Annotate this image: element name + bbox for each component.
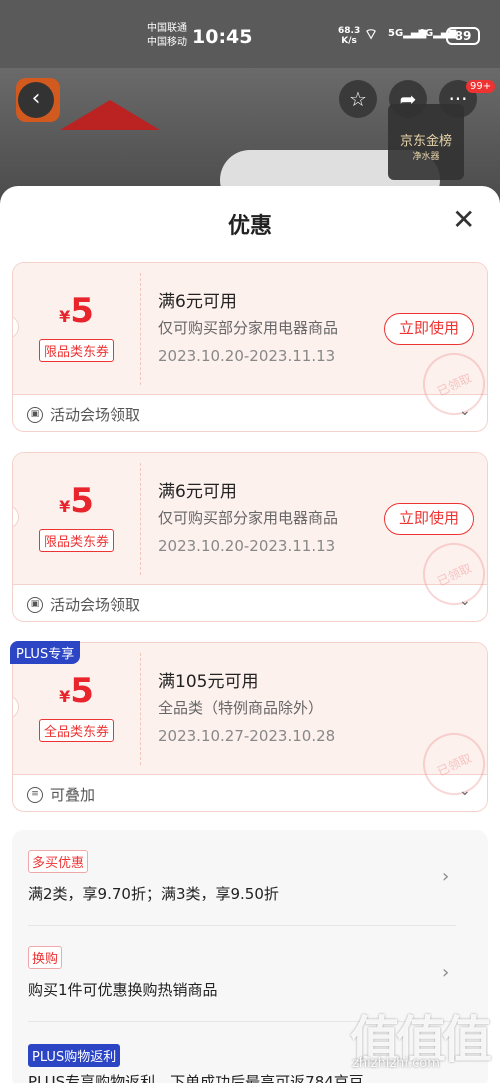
coupon-card[interactable]: ¥5 限品类东券 满6元可用 仅可购买部分家用电器商品 2023.10.20-2…: [12, 262, 488, 432]
notification-badge: 99+: [466, 80, 496, 93]
product-red-shape: [60, 100, 160, 130]
back-button[interactable]: ‹: [16, 78, 60, 122]
coupon-card[interactable]: ¥5 全品类东券 满105元可用 全品类（特例商品除外） 2023.10.27-…: [12, 642, 488, 812]
coupon-body: ¥5 全品类东券 满105元可用 全品类（特例商品除外） 2023.10.27-…: [13, 643, 487, 806]
coupon-date-range: 2023.10.20-2023.11.13: [158, 537, 336, 555]
use-now-button[interactable]: 立即使用: [384, 313, 474, 345]
coupon-value: 5: [70, 671, 94, 711]
plus-exclusive-badge: PLUS专享: [10, 641, 81, 664]
promo-separator: [28, 925, 456, 926]
signal-5g-label: 5G: [388, 28, 404, 39]
status-bar: 中国联通 中国移动 10:45 68.3 K/s ⌔ 5G▂▄▆ 4G▂▄▆ 8…: [0, 0, 500, 68]
coupon-type-tag: 限品类东券: [39, 529, 115, 552]
coupon-divider: [140, 653, 141, 765]
plus-promo-tag: PLUS购物返利: [28, 1044, 121, 1067]
coupon-stackable-label: 可叠加: [50, 786, 96, 804]
promo-tag: 多买优惠: [28, 850, 89, 873]
coupon-scope: 仅可购买部分家用电器商品: [158, 319, 339, 337]
favorite-button[interactable]: ☆: [339, 80, 377, 118]
chevron-left-icon: ‹: [18, 82, 54, 118]
promo-text: 满2类，享9.70折；满3类，享9.50折: [28, 885, 279, 903]
promo-text: PLUS专享购物返利，下单成功后最高可返784京豆: [28, 1073, 364, 1083]
promo-text: 购买1件可优惠换购热销商品: [28, 981, 218, 999]
sheet-title: 优惠: [227, 214, 272, 239]
promo-item[interactable]: 多买优惠 满2类，享9.70折；满3类，享9.50折: [28, 850, 456, 904]
coupon-condition: 满6元可用: [158, 482, 237, 502]
speed-value: 68.3: [338, 26, 361, 36]
coupon-value: 5: [70, 481, 94, 521]
ranking-badge-title: 京东金榜: [399, 134, 452, 149]
coupon-condition: 满105元可用: [158, 672, 259, 692]
coupon-body: ¥5 限品类东券 满6元可用 仅可购买部分家用电器商品 2023.10.20-2…: [13, 263, 487, 426]
carrier-2: 中国移动: [147, 37, 187, 48]
promo-item[interactable]: 换购 购买1件可优惠换购热销商品: [28, 946, 456, 1000]
coupon-date-range: 2023.10.20-2023.11.13: [158, 347, 336, 365]
network-speed: 68.3 K/s: [338, 26, 360, 46]
currency-symbol: ¥: [59, 307, 71, 326]
chevron-right-icon: ›: [442, 962, 450, 983]
coupon-footer[interactable]: ≡ 可叠加 ⌄: [13, 783, 487, 807]
coupon-source: 活动会场领取: [50, 406, 141, 424]
coupon-scope: 仅可购买部分家用电器商品: [158, 509, 339, 527]
coupon-divider: [140, 463, 141, 575]
coupon-footer[interactable]: ▣ 活动会场领取 ⌄: [13, 593, 487, 617]
site-watermark-url: zhizhizhi.com: [352, 1056, 440, 1071]
currency-symbol: ¥: [59, 687, 71, 706]
coupon-type-tag: 全品类东券: [39, 719, 115, 742]
chevron-down-icon: ⌄: [459, 593, 471, 609]
speed-unit: K/s: [341, 36, 357, 46]
clock: 10:45: [192, 26, 253, 48]
carrier-1: 中国联通: [147, 23, 187, 34]
coupon-scope: 全品类（特例商品除外）: [158, 699, 324, 717]
chevron-down-icon: ⌄: [459, 783, 471, 799]
coupon-card[interactable]: ¥5 限品类东券 满6元可用 仅可购买部分家用电器商品 2023.10.20-2…: [12, 452, 488, 622]
close-button[interactable]: ✕: [452, 206, 475, 234]
coupon-divider: [140, 273, 141, 385]
carrier-labels: 中国联通 中国移动: [147, 22, 187, 50]
stackable-icon: ≡: [27, 787, 43, 803]
ranking-badge-subtitle: 净水器: [412, 152, 440, 162]
chevron-down-icon: ⌄: [459, 403, 471, 419]
coupon-footer[interactable]: ▣ 活动会场领取 ⌄: [13, 403, 487, 427]
coupon-amount: ¥5: [13, 481, 140, 521]
use-now-button[interactable]: 立即使用: [384, 503, 474, 535]
coupon-source: 活动会场领取: [50, 596, 141, 614]
coupon-amount: ¥5: [13, 291, 140, 331]
coupon-type-tag: 限品类东券: [39, 339, 115, 362]
wifi-icon: ⌔: [364, 25, 379, 43]
venue-icon: ▣: [27, 597, 43, 613]
promo-tag: 换购: [28, 946, 63, 969]
venue-icon: ▣: [27, 407, 43, 423]
ranking-badge[interactable]: 京东金榜 净水器: [388, 104, 464, 180]
coupon-amount: ¥5: [13, 671, 140, 711]
chevron-right-icon: ›: [442, 866, 450, 887]
coupon-date-range: 2023.10.27-2023.10.28: [158, 727, 336, 745]
currency-symbol: ¥: [59, 497, 71, 516]
star-icon: ☆: [349, 87, 367, 111]
coupon-value: 5: [70, 291, 94, 331]
battery-indicator: 89: [446, 27, 480, 45]
coupon-body: ¥5 限品类东券 满6元可用 仅可购买部分家用电器商品 2023.10.20-2…: [13, 453, 487, 616]
close-icon: ✕: [452, 203, 476, 236]
signal-4g-label: 4G: [418, 28, 434, 39]
coupon-condition: 满6元可用: [158, 292, 237, 312]
